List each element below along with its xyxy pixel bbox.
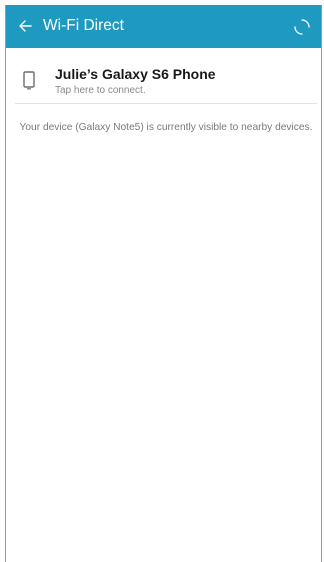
back-button[interactable] (14, 15, 36, 37)
visibility-note: Your device (Galaxy Note5) is currently … (19, 122, 313, 133)
wifi-direct-screen: Wi-Fi Direct Julie’s Galaxy S6 Phone Tap… (5, 5, 322, 562)
arrow-left-icon (19, 20, 32, 32)
app-bar: Wi-Fi Direct (6, 5, 321, 48)
refresh-icon (294, 19, 310, 35)
phone-icon (23, 71, 35, 90)
page-title: Wi-Fi Direct (43, 17, 124, 34)
divider (15, 103, 317, 104)
device-status: Tap here to connect. (55, 85, 146, 96)
device-list-item[interactable]: Julie’s Galaxy S6 Phone Tap here to conn… (6, 48, 321, 103)
device-name: Julie’s Galaxy S6 Phone (55, 66, 216, 82)
refresh-button[interactable] (290, 15, 314, 39)
